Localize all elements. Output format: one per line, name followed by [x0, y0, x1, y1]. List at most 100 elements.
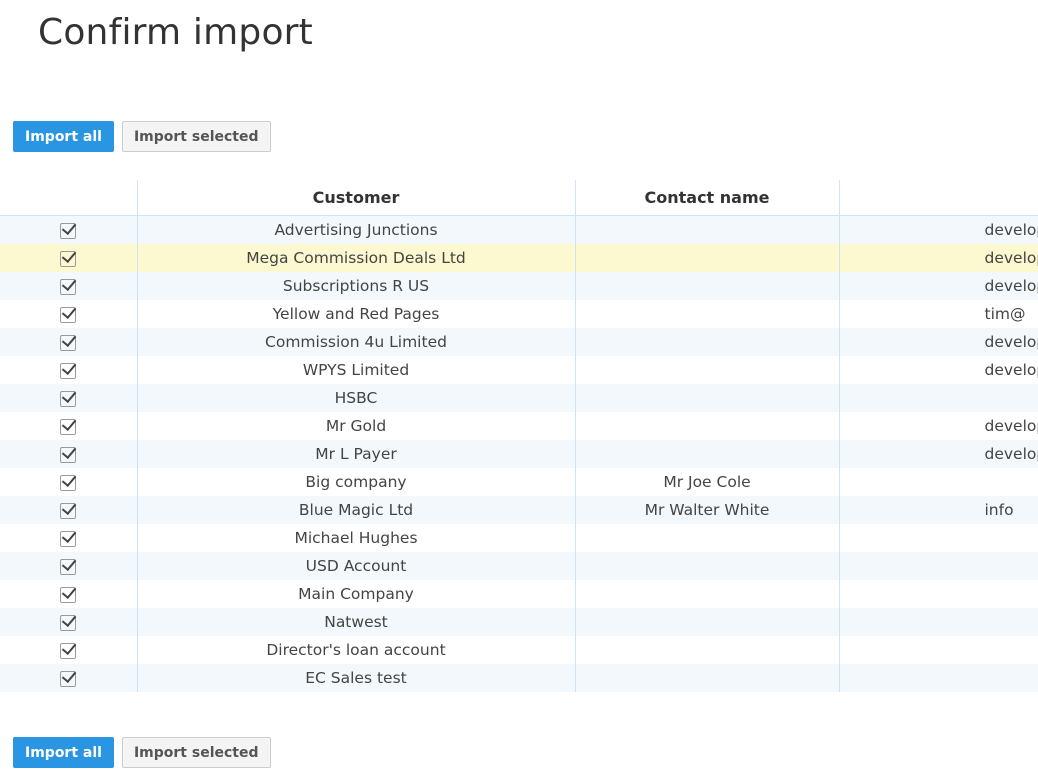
contact-name-cell: [575, 440, 840, 468]
customer-column-header[interactable]: Customer: [137, 180, 576, 216]
customer-cell: Natwest: [137, 608, 576, 636]
row-select-cell: [0, 496, 138, 524]
table-row[interactable]: Subscriptions R US develop: [0, 272, 1038, 300]
customer-cell: Main Company: [137, 580, 576, 608]
email-cell: [839, 636, 1038, 664]
row-checkbox[interactable]: [60, 474, 77, 491]
table-row[interactable]: Natwest: [0, 608, 1038, 636]
top-action-bar: Import all Import selected: [13, 121, 271, 152]
contact-name-column-header[interactable]: Contact name: [575, 180, 840, 216]
select-column-header: [0, 180, 138, 216]
email-cell: develop: [839, 356, 1038, 384]
customer-cell: EC Sales test: [137, 664, 576, 692]
contact-name-cell: [575, 215, 840, 244]
row-select-cell: [0, 636, 138, 664]
email-cell: develop: [839, 412, 1038, 440]
row-select-cell: [0, 356, 138, 384]
customer-cell: Commission 4u Limited: [137, 328, 576, 356]
import-all-button-bottom[interactable]: Import all: [13, 737, 114, 768]
row-checkbox[interactable]: [60, 614, 77, 631]
row-checkbox[interactable]: [60, 530, 77, 547]
row-select-cell: [0, 272, 138, 300]
table-row[interactable]: Advertising Junctions develop: [0, 215, 1038, 244]
contact-name-cell: [575, 552, 840, 580]
bottom-action-bar: Import all Import selected: [13, 737, 271, 768]
row-checkbox[interactable]: [60, 558, 77, 575]
table-body: Advertising JunctionsdevelopMega Commiss…: [0, 215, 1038, 692]
row-checkbox[interactable]: [60, 306, 77, 323]
row-checkbox[interactable]: [60, 278, 77, 295]
table-row[interactable]: HSBC: [0, 384, 1038, 412]
contact-name-cell: [575, 244, 840, 272]
row-checkbox[interactable]: [60, 362, 77, 379]
email-cell: [839, 664, 1038, 692]
row-checkbox[interactable]: [60, 250, 77, 267]
import-table-container: Customer Contact name Advertising Juncti…: [0, 180, 1038, 692]
import-all-button[interactable]: Import all: [13, 121, 114, 152]
table-row[interactable]: USD Account: [0, 552, 1038, 580]
contact-name-cell: [575, 664, 840, 692]
page-title: Confirm import: [38, 12, 313, 53]
email-cell: develop: [839, 215, 1038, 244]
table-row[interactable]: Big company Mr Joe Cole: [0, 468, 1038, 496]
row-checkbox[interactable]: [60, 502, 77, 519]
contact-name-cell: Mr Joe Cole: [575, 468, 840, 496]
customer-cell: Blue Magic Ltd: [137, 496, 576, 524]
email-cell: tim@: [839, 300, 1038, 328]
contact-name-cell: [575, 580, 840, 608]
customer-cell: Mr Gold: [137, 412, 576, 440]
row-select-cell: [0, 300, 138, 328]
email-cell: [839, 524, 1038, 552]
email-cell: [839, 608, 1038, 636]
customer-cell: USD Account: [137, 552, 576, 580]
row-checkbox[interactable]: [60, 670, 77, 687]
table-row[interactable]: Blue Magic Ltd Mr Walter White info: [0, 496, 1038, 524]
row-select-cell: [0, 384, 138, 412]
contact-name-cell: [575, 356, 840, 384]
import-table: Customer Contact name Advertising Juncti…: [0, 180, 1038, 692]
customer-cell: Director's loan account: [137, 636, 576, 664]
row-select-cell: [0, 664, 138, 692]
row-checkbox[interactable]: [60, 418, 77, 435]
table-row[interactable]: Yellow and Red Pages tim@: [0, 300, 1038, 328]
row-select-cell: [0, 468, 138, 496]
email-cell: info: [839, 496, 1038, 524]
row-checkbox[interactable]: [60, 390, 77, 407]
row-checkbox[interactable]: [60, 586, 77, 603]
email-cell: develop: [839, 328, 1038, 356]
customer-cell: Mr L Payer: [137, 440, 576, 468]
row-select-cell: [0, 328, 138, 356]
import-selected-button[interactable]: Import selected: [121, 121, 271, 152]
row-checkbox[interactable]: [60, 222, 77, 239]
contact-name-cell: Mr Walter White: [575, 496, 840, 524]
email-cell: develop: [839, 244, 1038, 272]
row-select-cell: [0, 215, 138, 244]
contact-name-cell: [575, 272, 840, 300]
row-checkbox[interactable]: [60, 446, 77, 463]
table-row[interactable]: WPYS Limited develop: [0, 356, 1038, 384]
row-checkbox[interactable]: [60, 334, 77, 351]
row-select-cell: [0, 524, 138, 552]
table-row[interactable]: Commission 4u Limited develop: [0, 328, 1038, 356]
email-cell: [839, 580, 1038, 608]
row-select-cell: [0, 552, 138, 580]
row-select-cell: [0, 580, 138, 608]
table-row[interactable]: Mr Gold develop: [0, 412, 1038, 440]
email-column-header[interactable]: [839, 180, 1038, 216]
table-row[interactable]: EC Sales test: [0, 664, 1038, 692]
table-row[interactable]: Mr L Payer develop: [0, 440, 1038, 468]
email-cell: develop: [839, 272, 1038, 300]
table-row[interactable]: Main Company: [0, 580, 1038, 608]
import-selected-button-bottom[interactable]: Import selected: [121, 737, 271, 768]
email-cell: [839, 468, 1038, 496]
row-select-cell: [0, 440, 138, 468]
table-row[interactable]: Director's loan account: [0, 636, 1038, 664]
table-header-row: Customer Contact name: [0, 180, 1038, 216]
table-row[interactable]: Michael Hughes: [0, 524, 1038, 552]
contact-name-cell: [575, 300, 840, 328]
email-cell: develop: [839, 440, 1038, 468]
contact-name-cell: [575, 412, 840, 440]
table-row[interactable]: Mega Commission Deals Ltd develop: [0, 244, 1038, 272]
customer-cell: Advertising Junctions: [137, 215, 576, 244]
row-checkbox[interactable]: [60, 642, 77, 659]
